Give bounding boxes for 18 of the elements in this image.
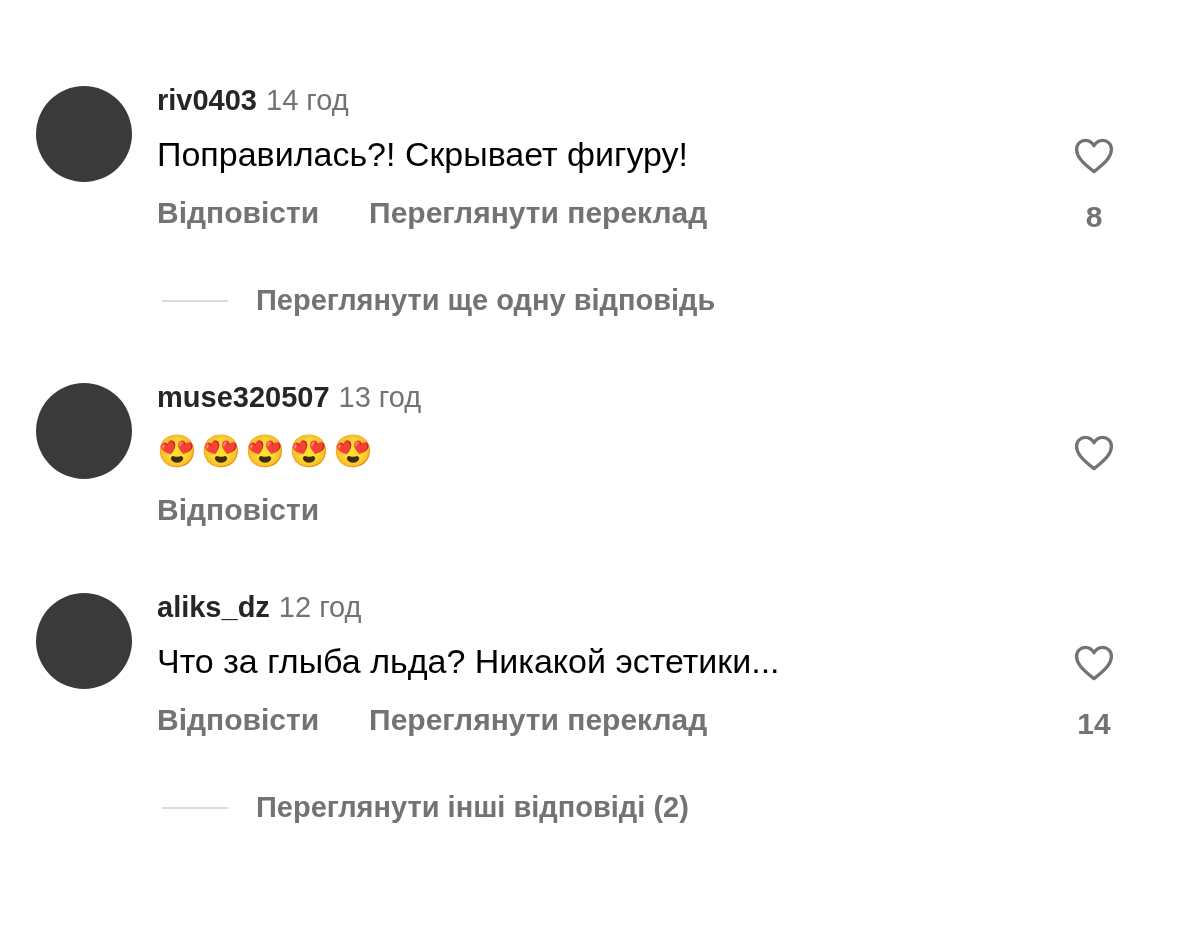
comment-action-link[interactable]: Переглянути переклад — [369, 703, 708, 737]
username[interactable]: muse320507 — [157, 381, 330, 414]
view-replies-link[interactable]: Переглянути інші відповіді (2) — [256, 791, 689, 824]
like-count: 14 — [1077, 707, 1111, 741]
username[interactable]: aliks_dz — [157, 591, 270, 624]
comment-action-link[interactable]: Переглянути переклад — [369, 196, 708, 230]
comment-action-link[interactable]: Відповісти — [157, 703, 320, 737]
comment-time: 14 год — [266, 84, 349, 117]
comment-text: 😍😍😍😍😍 — [157, 432, 378, 471]
view-replies-link[interactable]: Переглянути ще одну відповідь — [256, 284, 716, 317]
comment-action-link[interactable]: Відповісти — [157, 493, 320, 527]
comment-time: 12 год — [278, 591, 362, 624]
username[interactable]: riv0403 — [157, 84, 257, 117]
comment-text: Что за глыба льда? Никакой эстетики... — [157, 641, 781, 682]
comment-time: 13 год — [338, 381, 422, 414]
comment-text: Поправилась?! Скрывает фигуру! — [157, 134, 690, 175]
like-count: 8 — [1085, 200, 1103, 234]
comment-action-link[interactable]: Відповісти — [157, 196, 320, 230]
